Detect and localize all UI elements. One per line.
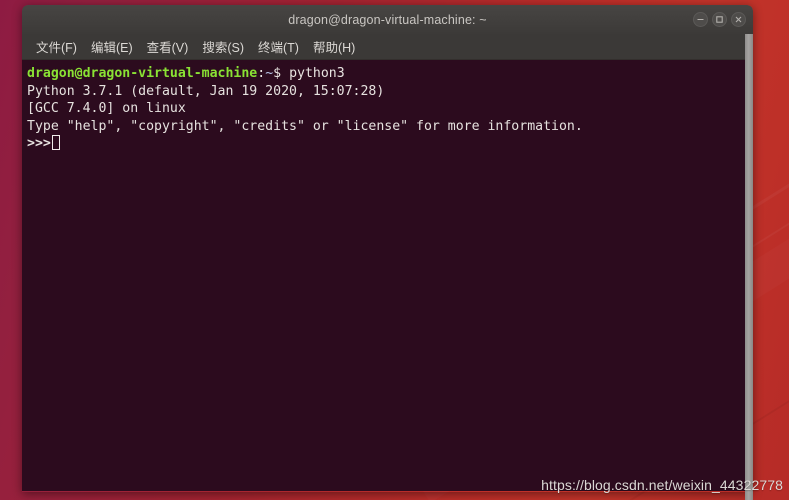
vertical-scrollbar[interactable] [745, 34, 753, 500]
menu-item-terminal[interactable]: 终端(T) [251, 35, 306, 58]
python-repl-prompt: >>> [27, 136, 51, 152]
terminal-line-python-prompt: >>> [27, 135, 753, 153]
terminal-line-output: Type "help", "copyright", "credits" or "… [27, 118, 583, 134]
terminal-line-output: [GCC 7.4.0] on linux [27, 101, 186, 117]
menu-item-view[interactable]: 查看(V) [140, 35, 196, 58]
shell-prompt-userhost: dragon@dragon-virtual-machine [27, 66, 258, 81]
menu-item-edit[interactable]: 编辑(E) [84, 35, 140, 58]
text-cursor [51, 135, 60, 151]
window-titlebar[interactable]: dragon@dragon-virtual-machine: ~ [22, 5, 753, 34]
window-title: dragon@dragon-virtual-machine: ~ [288, 12, 487, 27]
minimize-icon [697, 18, 704, 21]
shell-prompt-symbol: $ [273, 66, 282, 81]
window-controls [693, 5, 746, 34]
menu-item-help[interactable]: 帮助(H) [306, 35, 362, 58]
menubar: 文件(F) 编辑(E) 查看(V) 搜索(S) 终端(T) 帮助(H) [22, 34, 753, 60]
watermark-text: https://blog.csdn.net/weixin_44322778 [541, 477, 783, 493]
close-icon [735, 16, 742, 23]
close-button[interactable] [731, 12, 746, 27]
terminal-window[interactable]: dragon@dragon-virtual-machine: ~ 文件(F) 编… [22, 5, 753, 492]
shell-prompt-path: ~ [265, 66, 274, 81]
menu-item-file[interactable]: 文件(F) [29, 35, 84, 58]
menu-item-search[interactable]: 搜索(S) [195, 35, 251, 58]
shell-space [281, 66, 289, 81]
terminal-line-prompt: dragon@dragon-virtual-machine:~$ python3 [27, 65, 753, 83]
minimize-button[interactable] [693, 12, 708, 27]
terminal-line-output: Python 3.7.1 (default, Jan 19 2020, 15:0… [27, 83, 385, 99]
shell-prompt-colon: : [257, 66, 266, 81]
terminal-output-area[interactable]: dragon@dragon-virtual-machine:~$ python3… [22, 60, 753, 491]
maximize-icon [716, 16, 723, 23]
maximize-button[interactable] [712, 12, 727, 27]
shell-command: python3 [289, 66, 345, 81]
